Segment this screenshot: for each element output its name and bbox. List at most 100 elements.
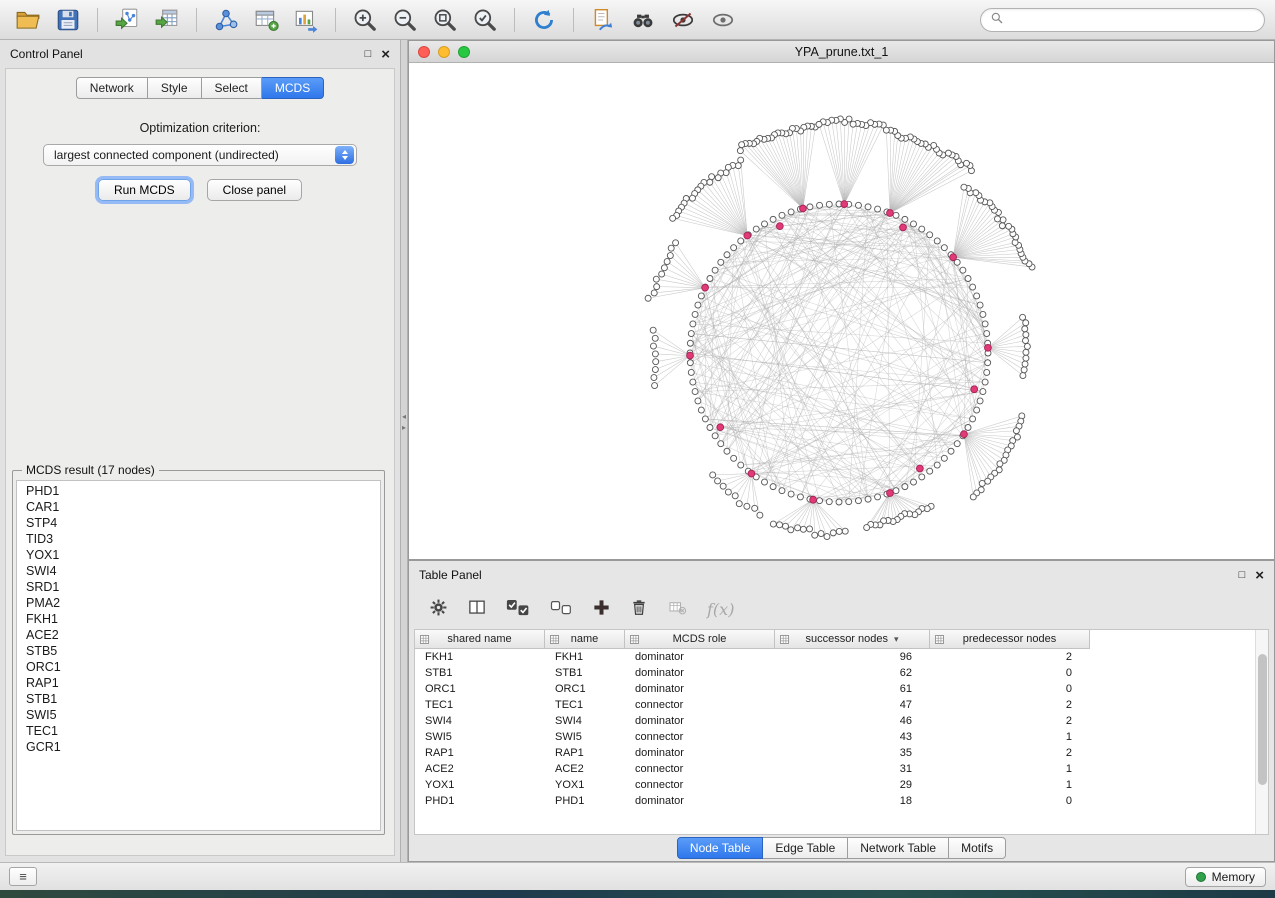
zoom-window-icon[interactable] bbox=[458, 46, 470, 58]
close-table-panel-icon[interactable]: × bbox=[1255, 568, 1264, 583]
close-panel-icon[interactable]: × bbox=[381, 47, 390, 62]
deselect-all-button[interactable] bbox=[550, 600, 573, 619]
show-column-button[interactable] bbox=[467, 598, 487, 620]
status-menu-button[interactable]: ≡ bbox=[9, 867, 37, 886]
mcds-result-item[interactable]: RAP1 bbox=[17, 675, 380, 691]
table-row[interactable]: STB1STB1dominator620 bbox=[415, 665, 1268, 681]
list-icon: ≡ bbox=[19, 869, 27, 884]
show-column-icon bbox=[467, 598, 487, 620]
save-session-button[interactable] bbox=[50, 4, 86, 36]
delete-column-trash-icon bbox=[630, 598, 648, 620]
mcds-result-item[interactable]: FKH1 bbox=[17, 611, 380, 627]
tab-style[interactable]: Style bbox=[148, 77, 202, 99]
table-row[interactable]: YOX1YOX1connector291 bbox=[415, 777, 1268, 793]
cell-successor-nodes: 47 bbox=[775, 699, 930, 711]
zoom-selected-button[interactable] bbox=[467, 4, 503, 36]
close-window-icon[interactable] bbox=[418, 46, 430, 58]
mcds-result-item[interactable]: GCR1 bbox=[17, 739, 380, 755]
collapse-left-icon[interactable]: ◂ bbox=[402, 412, 406, 421]
mcds-result-item[interactable]: TID3 bbox=[17, 531, 380, 547]
tab-network-table[interactable]: Network Table bbox=[848, 837, 949, 859]
minimize-window-icon[interactable] bbox=[438, 46, 450, 58]
search-box[interactable] bbox=[980, 8, 1265, 32]
cell-name: ACE2 bbox=[545, 763, 625, 775]
mcds-result-item[interactable]: SRD1 bbox=[17, 579, 380, 595]
memory-button[interactable]: Memory bbox=[1185, 867, 1266, 887]
function-builder-fx-button[interactable]: f(x) bbox=[707, 600, 734, 619]
float-panel-icon[interactable]: □ bbox=[365, 49, 372, 60]
search-input[interactable] bbox=[1010, 13, 1255, 27]
column-header-name[interactable]: name bbox=[545, 630, 625, 649]
scrollbar-thumb[interactable] bbox=[1258, 654, 1267, 785]
criterion-dropdown[interactable]: largest connected component (undirected) bbox=[43, 144, 357, 166]
table-row[interactable]: FKH1FKH1dominator962 bbox=[415, 649, 1268, 665]
attribute-browser-button[interactable] bbox=[248, 4, 284, 36]
table-row[interactable]: SWI5SWI5connector431 bbox=[415, 729, 1268, 745]
tab-network[interactable]: Network bbox=[76, 77, 148, 99]
mcds-result-item[interactable]: SWI4 bbox=[17, 563, 380, 579]
tab-mcds[interactable]: MCDS bbox=[262, 77, 324, 99]
memory-label: Memory bbox=[1212, 870, 1255, 884]
mcds-result-item[interactable]: PHD1 bbox=[17, 483, 380, 499]
cell-name: ORC1 bbox=[545, 683, 625, 695]
table-scrollbar[interactable] bbox=[1255, 630, 1268, 834]
mcds-result-item[interactable]: ACE2 bbox=[17, 627, 380, 643]
column-settings-gear-button[interactable] bbox=[429, 598, 448, 620]
column-menu-chevron[interactable]: ▾ bbox=[894, 634, 899, 645]
import-network-file-button[interactable] bbox=[109, 4, 145, 36]
delete-table-disabled-icon bbox=[667, 599, 688, 620]
mcds-result-item[interactable]: YOX1 bbox=[17, 547, 380, 563]
export-figure-button[interactable] bbox=[288, 4, 324, 36]
cell-mcds-role: dominator bbox=[625, 747, 775, 759]
mcds-result-item[interactable]: STP4 bbox=[17, 515, 380, 531]
mcds-result-item[interactable]: PMA2 bbox=[17, 595, 380, 611]
zoom-out-button[interactable] bbox=[387, 4, 423, 36]
column-header-MCDS-role[interactable]: MCDS role bbox=[625, 630, 775, 649]
select-all-check-button[interactable] bbox=[506, 599, 531, 620]
create-column-plus-button[interactable] bbox=[592, 598, 611, 620]
zoom-fit-button[interactable] bbox=[427, 4, 463, 36]
tab-select[interactable]: Select bbox=[202, 77, 262, 99]
float-table-panel-icon[interactable]: □ bbox=[1239, 570, 1246, 581]
show-graphics-details-button[interactable] bbox=[705, 4, 741, 36]
delete-column-trash-button[interactable] bbox=[630, 598, 648, 620]
refresh-view-button[interactable] bbox=[526, 4, 562, 36]
network-canvas[interactable] bbox=[409, 63, 1274, 560]
open-file-button[interactable] bbox=[10, 4, 46, 36]
expand-right-icon[interactable]: ▸ bbox=[402, 423, 406, 432]
mcds-result-item[interactable]: ORC1 bbox=[17, 659, 380, 675]
search-network-button[interactable] bbox=[625, 4, 661, 36]
column-header-shared-name[interactable]: shared name bbox=[415, 630, 545, 649]
panel-divider[interactable]: ◂ ▸ bbox=[400, 40, 408, 862]
table-row[interactable]: TEC1TEC1connector472 bbox=[415, 697, 1268, 713]
new-network-button[interactable] bbox=[208, 4, 244, 36]
mcds-result-item[interactable]: STB1 bbox=[17, 691, 380, 707]
tab-node-table[interactable]: Node Table bbox=[677, 837, 764, 859]
control-panel-tabs: NetworkStyleSelectMCDS bbox=[6, 77, 394, 99]
network-titlebar[interactable]: YPA_prune.txt_1 bbox=[409, 41, 1274, 63]
column-header-predecessor-nodes[interactable]: predecessor nodes bbox=[930, 630, 1090, 649]
table-row[interactable]: RAP1RAP1dominator352 bbox=[415, 745, 1268, 761]
cell-shared-name: SWI4 bbox=[415, 715, 545, 727]
mcds-result-item[interactable]: TEC1 bbox=[17, 723, 380, 739]
tab-edge-table[interactable]: Edge Table bbox=[763, 837, 848, 859]
tab-motifs[interactable]: Motifs bbox=[949, 837, 1006, 859]
table-row[interactable]: PHD1PHD1dominator180 bbox=[415, 793, 1268, 809]
column-label: predecessor nodes bbox=[963, 633, 1057, 645]
mcds-result-item[interactable]: CAR1 bbox=[17, 499, 380, 515]
mcds-result-item[interactable]: SWI5 bbox=[17, 707, 380, 723]
zoom-in-button[interactable] bbox=[347, 4, 383, 36]
cell-name: SWI4 bbox=[545, 715, 625, 727]
hide-graphics-details-button[interactable] bbox=[665, 4, 701, 36]
column-header-successor-nodes[interactable]: successor nodes▾ bbox=[775, 630, 930, 649]
cell-successor-nodes: 18 bbox=[775, 795, 930, 807]
clone-view-button[interactable] bbox=[585, 4, 621, 36]
refresh-view-icon bbox=[531, 7, 557, 33]
table-row[interactable]: ACE2ACE2connector311 bbox=[415, 761, 1268, 777]
mcds-result-item[interactable]: STB5 bbox=[17, 643, 380, 659]
table-row[interactable]: SWI4SWI4dominator462 bbox=[415, 713, 1268, 729]
table-row[interactable]: ORC1ORC1dominator610 bbox=[415, 681, 1268, 697]
import-table-file-button[interactable] bbox=[149, 4, 185, 36]
close-panel-button[interactable]: Close panel bbox=[207, 179, 302, 201]
run-mcds-button[interactable]: Run MCDS bbox=[98, 179, 191, 201]
